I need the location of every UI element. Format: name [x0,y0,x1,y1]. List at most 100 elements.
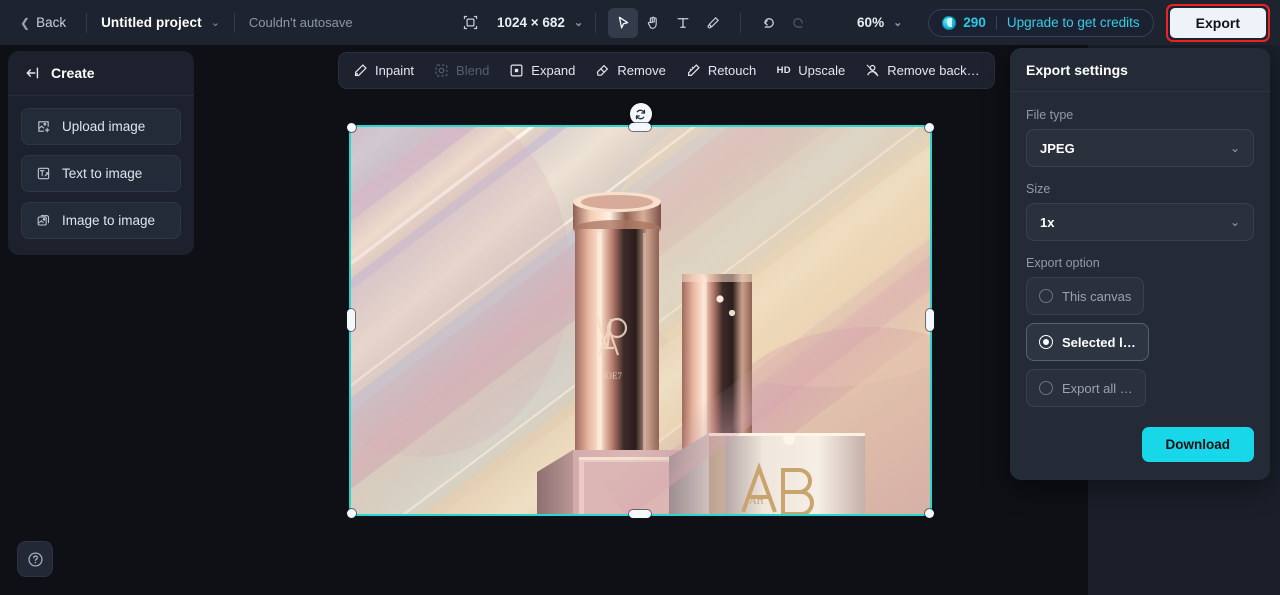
brush-tool-button[interactable] [698,8,728,38]
export-option-label-text: Export all … [1062,380,1133,396]
export-option-label-text: Selected l… [1062,334,1136,350]
sidebar-item-upload-image[interactable]: Upload image [21,108,181,145]
edit-tool-retouch[interactable]: Retouch [676,56,766,85]
text-tool-button[interactable] [668,8,698,38]
sidebar-title: Create [51,65,95,81]
help-circle-icon [27,551,43,567]
selected-image-group[interactable]: 3OE7 Art [347,103,934,518]
collapse-sidebar-icon[interactable] [25,65,41,81]
top-toolbar-center: 1024 × 682 ⌄ [455,0,813,45]
project-name-menu[interactable]: Untitled project ⌄ [101,15,220,30]
hand-tool-button[interactable] [638,8,668,38]
svg-text:3OE7: 3OE7 [601,371,622,381]
export-button-highlight: Export [1165,3,1270,42]
edit-tool-blend[interactable]: Blend [424,56,499,85]
export-option-this-canvas[interactable]: This canvas [1026,277,1145,315]
cosmetic-product-artwork: 3OE7 Art [351,127,930,514]
export-button[interactable]: Export [1169,7,1266,38]
canvas-size-menu[interactable]: 1024 × 682 ⌄ [497,15,583,30]
top-toolbar: ❮ Back Untitled project ⌄ Couldn't autos… [0,0,1280,45]
export-option-label: Export option [1026,256,1100,270]
create-sidebar: Create Upload image Text to image Image … [8,51,194,255]
help-button[interactable] [17,541,53,577]
edit-tool-label: Upscale [798,63,846,78]
resize-handle-top-right[interactable] [925,123,934,132]
edit-tool-label: Inpaint [375,63,415,78]
resize-handle-top[interactable] [629,123,651,131]
autosave-status: Couldn't autosave [248,15,353,30]
zoom-level: 60% [857,15,885,30]
edit-tool-label: Blend [456,63,490,78]
export-settings-panel: Export settings File type JPEG ⌄ Size 1x… [1010,48,1270,480]
image-edit-toolbar: Inpaint Blend Expand Remove Retouch HD U… [338,52,995,89]
divider [595,12,597,33]
resize-handle-bottom-left[interactable] [347,509,356,518]
resize-icon-button[interactable] [455,8,485,38]
edit-tool-label: Retouch [707,63,757,78]
edit-tool-remove-background[interactable]: Remove back… [855,56,989,85]
hand-icon [648,16,657,29]
file-type-label: File type [1026,108,1074,122]
chevron-down-icon: ⌄ [1229,215,1240,229]
edit-tool-remove[interactable]: Remove [585,56,675,85]
export-option-export-all[interactable]: Export all … [1026,369,1146,407]
sidebar-item-text-to-image[interactable]: Text to image [21,155,181,192]
sidebar-items: Upload image Text to image Image to imag… [8,96,194,255]
selected-image[interactable]: 3OE7 Art [349,125,932,516]
radio-icon [1039,381,1053,395]
export-option-group: This canvas Selected l… Export all … [1026,277,1254,407]
resize-handle-bottom-right[interactable] [925,509,934,518]
text-icon [677,17,689,28]
chevron-left-icon: ❮ [20,15,31,30]
top-toolbar-right: 60% ⌄ 290 Upgrade to get credits Export [853,0,1270,45]
select-tool-button[interactable] [608,7,639,38]
edit-tool-upscale[interactable]: HD Upscale [766,56,855,85]
divider [740,12,742,33]
size-label: Size [1026,182,1051,196]
upgrade-link[interactable]: Upgrade to get credits [1007,15,1140,30]
download-row: Download [1026,427,1254,462]
resize-handle-bottom[interactable] [629,510,651,518]
size-select[interactable]: 1x ⌄ [1026,203,1254,241]
divider [233,12,235,33]
edit-tool-label: Remove [617,63,666,78]
edit-tool-inpaint[interactable]: Inpaint [343,56,424,85]
credits-count: 290 [963,15,986,30]
resize-handle-top-left[interactable] [347,123,356,132]
remove-icon [595,63,610,78]
retouch-icon [686,63,701,78]
resize-handle-left[interactable] [347,309,355,331]
edit-tool-expand[interactable]: Expand [499,56,585,85]
redo-icon [792,18,803,28]
undo-button[interactable] [753,8,783,38]
inpaint-icon [353,63,368,78]
divider [86,12,88,33]
export-settings-header: Export settings [1010,48,1270,92]
divider [995,15,997,30]
radio-icon [1039,289,1053,303]
export-option-selected-layer[interactable]: Selected l… [1026,323,1149,361]
back-button[interactable]: ❮ Back [14,11,72,34]
chevron-down-icon: ⌄ [1229,141,1240,155]
resize-handle-right[interactable] [926,309,934,331]
sidebar-header[interactable]: Create [8,51,194,96]
remove-background-icon [865,63,880,78]
resize-icon [463,15,477,30]
cursor-icon [618,16,629,28]
edit-tool-label: Expand [531,63,576,78]
credits-pill[interactable]: 290 Upgrade to get credits [928,8,1154,37]
brush-icon [707,16,720,28]
svg-text:Art: Art [749,495,764,507]
sidebar-item-image-to-image[interactable]: Image to image [21,202,181,239]
upload-image-icon [35,119,51,135]
expand-icon [509,63,524,78]
edit-tool-label: Remove back… [887,63,980,78]
file-type-select[interactable]: JPEG ⌄ [1026,129,1254,167]
undo-icon [763,18,774,28]
export-option-label-text: This canvas [1062,288,1132,304]
zoom-menu[interactable]: 60% ⌄ [853,11,906,34]
download-button[interactable]: Download [1141,427,1254,462]
back-label: Back [36,15,67,30]
rotate-handle[interactable] [629,103,652,125]
redo-button[interactable] [783,8,813,38]
